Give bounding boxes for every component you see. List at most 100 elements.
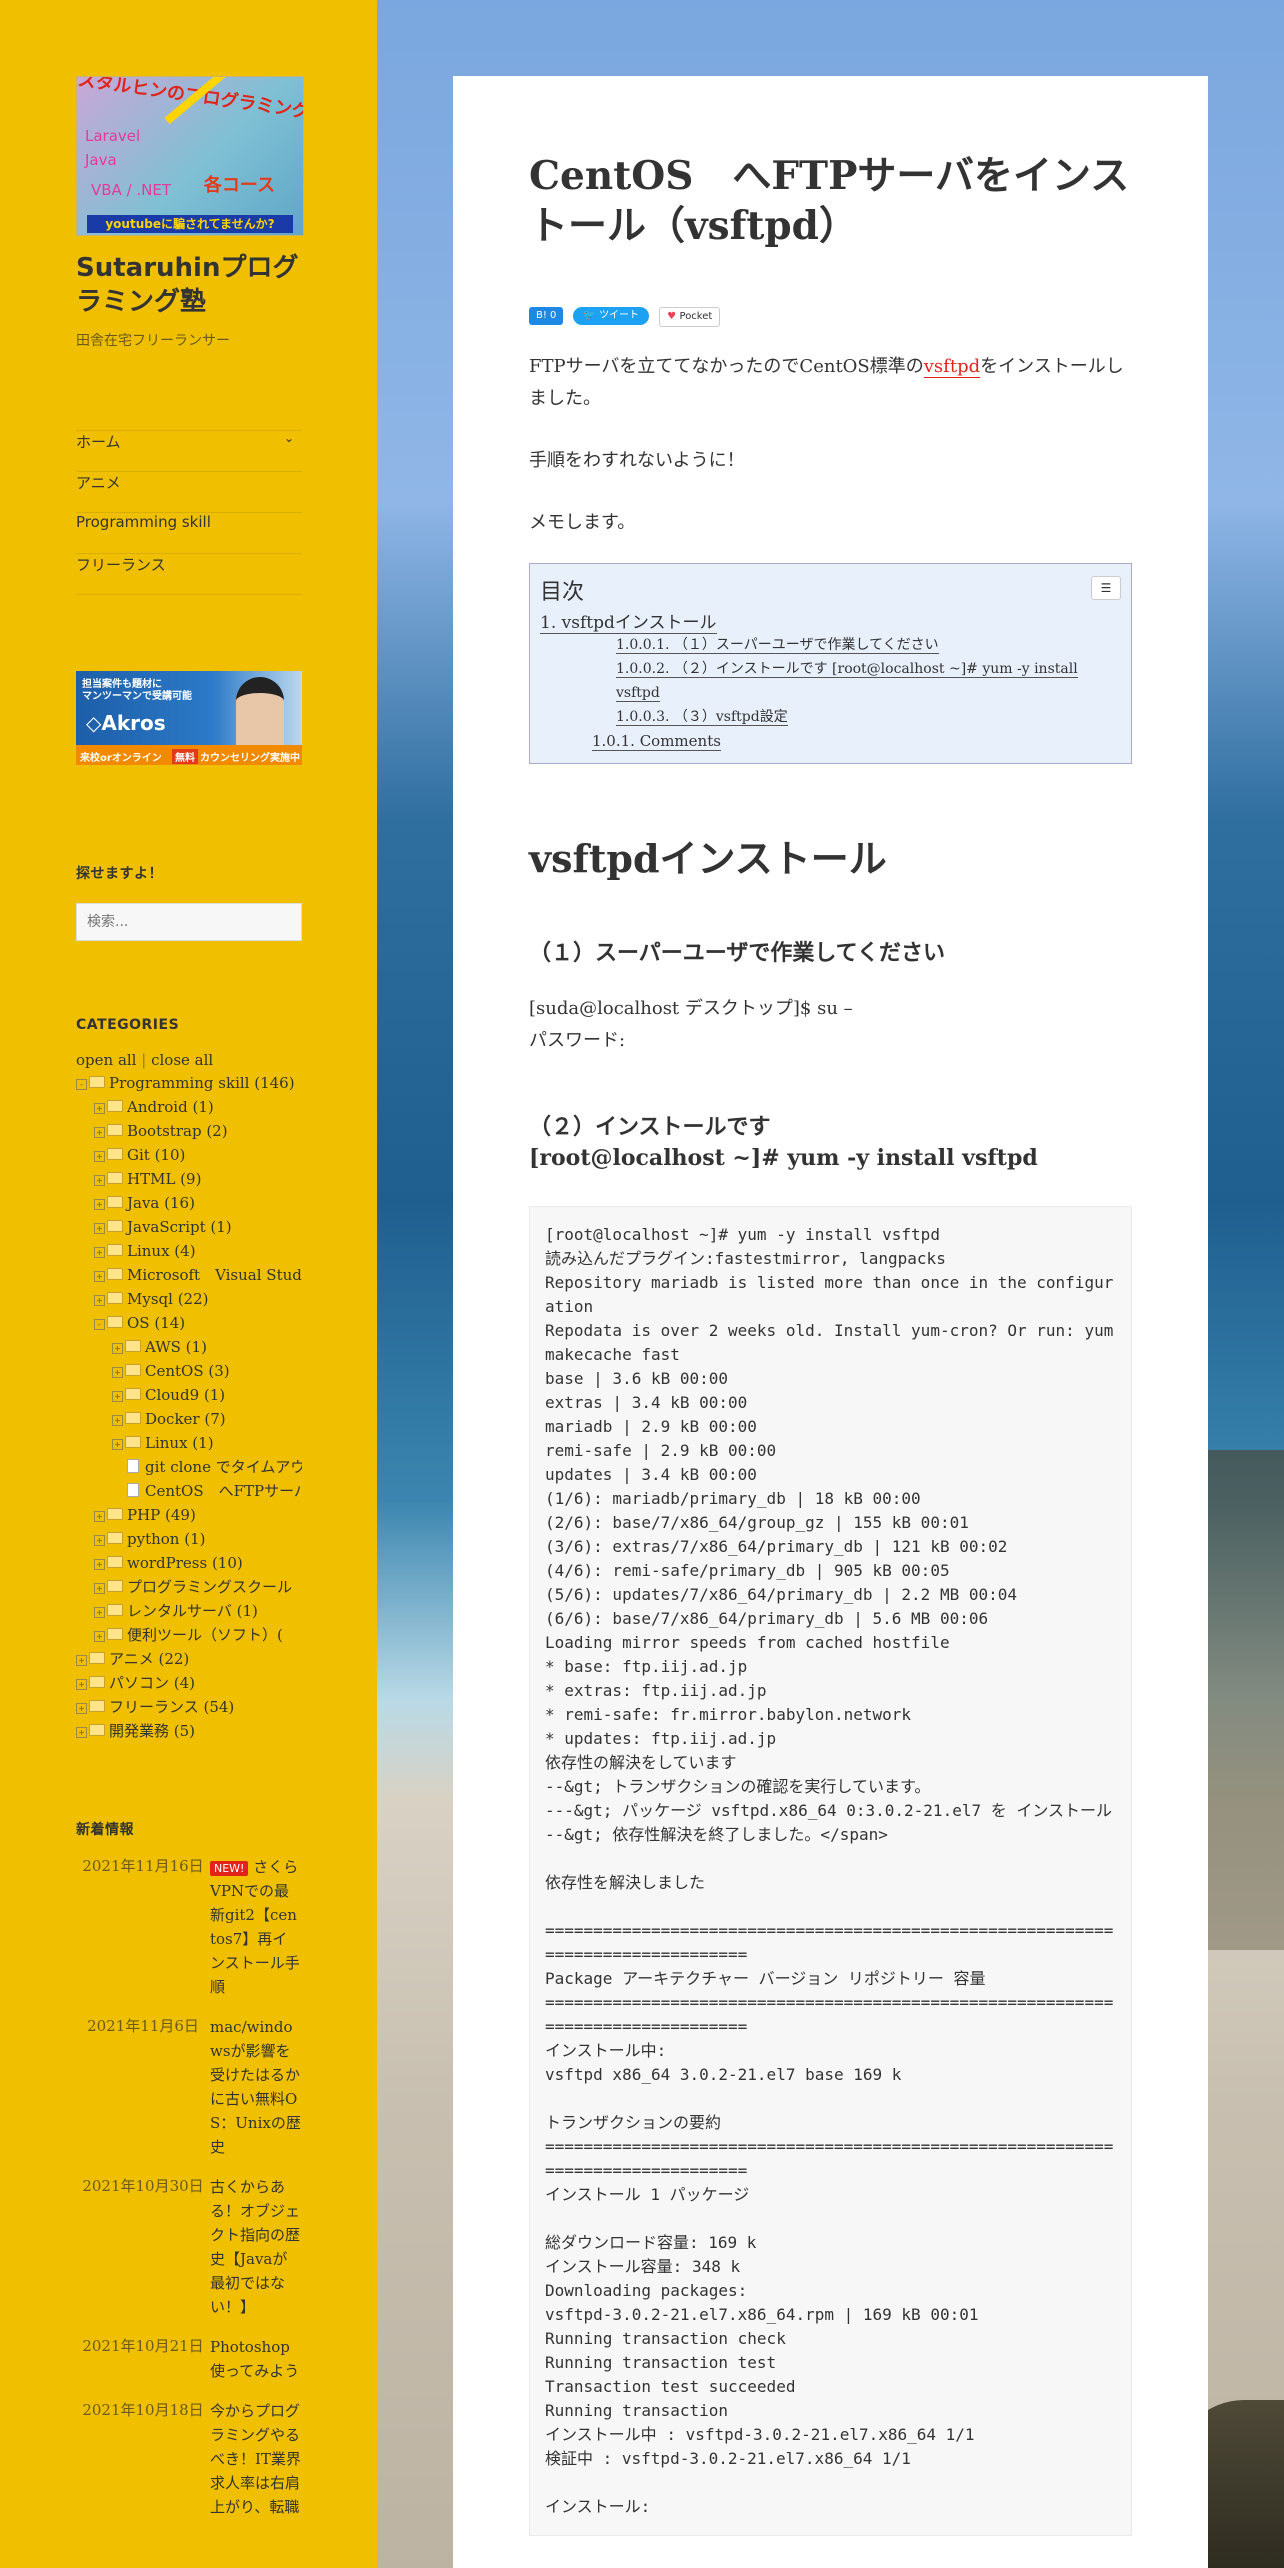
search-input[interactable]	[76, 902, 302, 941]
expand-icon[interactable]: +	[94, 1582, 105, 1594]
expand-icon[interactable]: +	[76, 1654, 87, 1666]
category-item[interactable]: + JavaScript (1)	[76, 1215, 302, 1239]
paragraph: 手順をわすれないように！	[529, 450, 745, 472]
toc-toggle-icon[interactable]: ☰	[1091, 576, 1121, 601]
category-item[interactable]: + CentOS (3)	[76, 1359, 302, 1383]
recent-post[interactable]: 2021年11月16日 NEW! さくらVPNでの最新git2【centos7】再…	[76, 1855, 302, 1999]
vsftpd-link[interactable]: vsftpd	[923, 356, 981, 379]
hatena-bookmark-button[interactable]: B! 0	[529, 307, 564, 326]
post-title[interactable]: 今からプログラミングやるべき！IT業界求人率は右肩上がり、転職	[210, 2402, 301, 2516]
category-label: Android (1)	[127, 1097, 214, 1116]
recent-post[interactable]: 2021年11月6日 mac/windowsが影響を受けたはるかに古い無料OS：U…	[76, 2015, 302, 2159]
nav-item-home[interactable]: ホーム ⌄	[76, 431, 302, 472]
category-item[interactable]: + 便利ツール（ソフト）(	[76, 1623, 302, 1647]
expand-icon[interactable]: +	[94, 1606, 105, 1618]
category-item[interactable]: git clone でタイムアウト	[76, 1455, 302, 1479]
nav-item-label: フリーランス	[76, 555, 166, 574]
ad-banner[interactable]: 担当案件も題材に マンツーマンで受講可能 ◇Akros 来校orオンライン 無料…	[76, 670, 302, 765]
category-item[interactable]: - Programming skill (146)	[76, 1071, 302, 1095]
site-logo[interactable]: スタルヒンのプログラミング塾 Laravel Java VBA / .NET 各…	[76, 76, 304, 236]
expand-icon[interactable]: +	[112, 1390, 123, 1402]
post-title[interactable]: mac/windowsが影響を受けたはるかに古い無料OS：Unixの歴史	[210, 2018, 301, 2156]
category-label: wordPress (10)	[127, 1553, 243, 1572]
expand-icon[interactable]: +	[94, 1246, 105, 1258]
folder-icon	[107, 1171, 123, 1184]
category-label: CentOS (3)	[145, 1361, 230, 1380]
post-title[interactable]: 古くからある！オブジェクト指向の歴史【Javaが最初ではない！】	[210, 2178, 300, 2316]
folder-icon	[125, 1387, 141, 1400]
category-item[interactable]: + Docker (7)	[76, 1407, 302, 1431]
category-item[interactable]: + アニメ (22)	[76, 1647, 302, 1671]
banner-line: マンツーマンで受講可能	[82, 690, 192, 702]
category-item[interactable]: + Cloud9 (1)	[76, 1383, 302, 1407]
expand-icon[interactable]: +	[94, 1270, 105, 1282]
category-item[interactable]: - OS (14)	[76, 1311, 302, 1335]
pocket-button[interactable]: ♥ Pocket	[659, 307, 721, 328]
category-label: Bootstrap (2)	[127, 1121, 228, 1140]
expand-icon[interactable]: +	[76, 1678, 87, 1690]
expand-icon[interactable]: +	[94, 1534, 105, 1546]
expand-icon[interactable]: +	[94, 1294, 105, 1306]
expand-icon[interactable]: +	[94, 1126, 105, 1138]
recent-post[interactable]: 2021年10月30日 古くからある！オブジェクト指向の歴史【Javaが最初ではな…	[76, 2175, 302, 2319]
category-item[interactable]: + レンタルサーバ (1)	[76, 1599, 302, 1623]
expand-icon[interactable]: +	[112, 1438, 123, 1450]
close-all-link[interactable]: close all	[151, 1051, 213, 1069]
folder-icon	[89, 1723, 105, 1736]
expand-icon[interactable]: +	[76, 1702, 87, 1714]
toc-link[interactable]: 1. vsftpdインストール	[540, 613, 717, 635]
category-item[interactable]: + Android (1)	[76, 1095, 302, 1119]
category-item[interactable]: + プログラミングスクール	[76, 1575, 302, 1599]
expand-icon[interactable]: +	[112, 1342, 123, 1354]
toc-link[interactable]: 1.0.0.1. （１）スーパーユーザで作業してください	[616, 637, 939, 655]
recent-post[interactable]: 2021年10月21日 Photoshop使ってみよう	[76, 2335, 302, 2383]
category-label: git clone でタイムアウト	[145, 1457, 302, 1476]
category-item[interactable]: + python (1)	[76, 1527, 302, 1551]
expand-icon[interactable]: +	[94, 1510, 105, 1522]
expand-icon[interactable]: +	[94, 1102, 105, 1114]
category-item[interactable]: + Linux (4)	[76, 1239, 302, 1263]
collapse-icon[interactable]: -	[76, 1078, 87, 1090]
expand-icon[interactable]: +	[94, 1630, 105, 1642]
open-all-link[interactable]: open all	[76, 1051, 136, 1069]
category-item[interactable]: + Java (16)	[76, 1191, 302, 1215]
share-buttons: B! 0 🐦 ツイート ♥ Pocket	[529, 307, 1132, 328]
collapse-icon[interactable]: -	[94, 1318, 105, 1330]
expand-icon[interactable]: +	[76, 1726, 87, 1738]
post-title[interactable]: Photoshop使ってみよう	[210, 2338, 299, 2380]
category-item[interactable]: + PHP (49)	[76, 1503, 302, 1527]
category-item[interactable]: + Git (10)	[76, 1143, 302, 1167]
post-title[interactable]: さくらVPNでの最新git2【centos7】再インストール手順	[210, 1858, 300, 1996]
category-item[interactable]: + Microsoft Visual Studio	[76, 1263, 302, 1287]
category-item[interactable]: CentOS へFTPサーバを	[76, 1479, 302, 1503]
expand-icon[interactable]: +	[94, 1558, 105, 1570]
nav-item-anime[interactable]: アニメ	[76, 472, 302, 513]
category-item[interactable]: + パソコン (4)	[76, 1671, 302, 1695]
expand-icon[interactable]: +	[112, 1366, 123, 1378]
expand-icon[interactable]: +	[94, 1198, 105, 1210]
expand-icon[interactable]: +	[94, 1222, 105, 1234]
category-item[interactable]: + Bootstrap (2)	[76, 1119, 302, 1143]
toc-link[interactable]: 1.0.0.3. （３）vsftpd設定	[616, 709, 788, 727]
category-item[interactable]: + wordPress (10)	[76, 1551, 302, 1575]
site-title[interactable]: Sutaruhinプログラミング塾	[76, 252, 302, 320]
expand-icon[interactable]: +	[94, 1150, 105, 1162]
category-label: HTML (9)	[127, 1169, 202, 1188]
tweet-button[interactable]: 🐦 ツイート	[573, 307, 650, 326]
category-item[interactable]: + Linux (1)	[76, 1431, 302, 1455]
category-item[interactable]: + 開発業務 (5)	[76, 1719, 302, 1743]
chevron-down-icon[interactable]: ⌄	[284, 431, 294, 445]
toc-link[interactable]: 1.0.1. Comments	[592, 732, 721, 752]
expand-icon[interactable]: +	[94, 1174, 105, 1186]
category-item[interactable]: + AWS (1)	[76, 1335, 302, 1359]
recent-post[interactable]: 2021年10月18日 今からプログラミングやるべき！IT業界求人率は右肩上がり、…	[76, 2399, 302, 2519]
folder-icon	[89, 1075, 105, 1088]
nav-item-freelance[interactable]: フリーランス	[76, 554, 302, 595]
category-item[interactable]: + Mysql (22)	[76, 1287, 302, 1311]
folder-icon	[107, 1099, 123, 1112]
category-item[interactable]: + HTML (9)	[76, 1167, 302, 1191]
toc-link[interactable]: 1.0.0.2. （２）インストールです [root@localhost ~]#…	[616, 661, 1078, 703]
expand-icon[interactable]: +	[112, 1414, 123, 1426]
category-item[interactable]: + フリーランス (54)	[76, 1695, 302, 1719]
nav-item-programming[interactable]: Programming skill	[76, 513, 302, 554]
